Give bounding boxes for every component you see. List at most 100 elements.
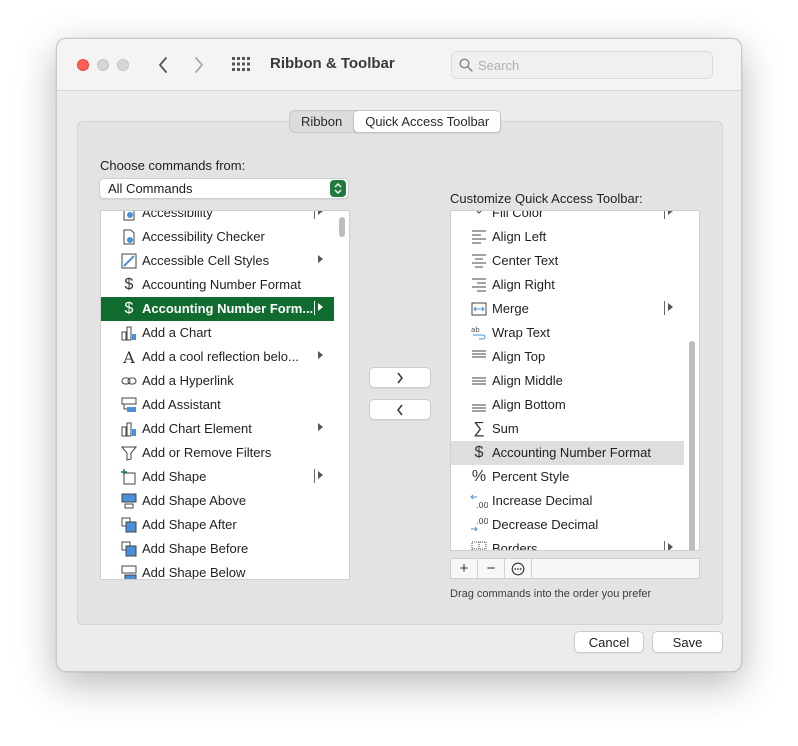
submenu-arrow-icon[interactable] <box>668 211 673 215</box>
available-command-item[interactable]: Accessibility <box>101 210 335 225</box>
toolbar-command-item-label: Fill Color <box>492 210 544 220</box>
toolbar-command-item[interactable]: $ Accounting Number Format <box>451 441 685 465</box>
available-command-item[interactable]: Add Assistant <box>101 393 335 417</box>
available-command-item[interactable]: Add Chart Element <box>101 417 335 441</box>
add-shape-icon <box>120 468 138 486</box>
available-command-item-label: Accounting Number Form... <box>142 301 314 316</box>
tab-ribbon[interactable]: Ribbon <box>290 111 353 132</box>
shape-below-icon <box>120 564 138 579</box>
toolbar-command-item-label: Align Middle <box>492 373 563 388</box>
submenu-arrow-icon[interactable] <box>668 543 673 550</box>
tab-switcher: Ribbon Quick Access Toolbar <box>289 110 502 133</box>
hyperlink-icon <box>120 372 138 390</box>
toolbar-command-item[interactable]: ab Wrap Text <box>451 321 685 345</box>
available-command-item-label: Add Shape Above <box>142 493 247 508</box>
right-scrollbar[interactable] <box>684 211 699 550</box>
available-command-item[interactable]: $ Accounting Number Format <box>101 273 335 297</box>
available-command-item-label: Accessibility <box>142 210 213 220</box>
available-command-item[interactable]: Add Shape Below <box>101 561 335 580</box>
submenu-arrow-icon[interactable] <box>318 351 323 359</box>
toolbar-command-item[interactable]: .00 Decrease Decimal <box>451 513 685 537</box>
available-command-item-label: Add a Chart <box>142 325 212 340</box>
toolbar-command-item[interactable]: Align Middle <box>451 369 685 393</box>
available-command-item-label: Add Shape After <box>142 517 237 532</box>
available-command-item[interactable]: Add or Remove Filters <box>101 441 335 465</box>
submenu-arrow-icon[interactable] <box>318 211 323 215</box>
cancel-button[interactable]: Cancel <box>574 631 644 653</box>
toolbar-command-item-label: Decrease Decimal <box>492 517 599 532</box>
submenu-arrow-icon[interactable] <box>318 471 323 479</box>
center-text-icon <box>470 252 488 270</box>
available-command-item[interactable]: Add Shape After <box>101 513 335 537</box>
zoom-window-button[interactable] <box>117 59 129 71</box>
toolbar-command-item[interactable]: Merge <box>451 297 685 321</box>
available-command-item[interactable]: A Add a cool reflection belo... <box>101 345 335 369</box>
available-command-item[interactable]: Add Shape Before <box>101 537 335 561</box>
close-window-button[interactable] <box>77 59 89 71</box>
dollar-icon: $ <box>474 444 484 461</box>
minimize-window-button[interactable] <box>97 59 109 71</box>
chart-element-icon <box>120 420 138 438</box>
left-scrollbar[interactable] <box>334 211 349 579</box>
minus-icon[interactable]: − <box>478 559 505 578</box>
forward-button[interactable] <box>188 53 210 77</box>
available-command-item[interactable]: Accessibility Checker <box>101 225 335 249</box>
command-source-select[interactable]: All Commands <box>99 178 349 199</box>
available-command-item[interactable]: Add a Chart <box>101 321 335 345</box>
available-command-item-label: Add Shape Below <box>142 565 246 580</box>
toolbar-command-item[interactable]: % Percent Style <box>451 465 685 489</box>
toolbar-command-item[interactable]: Center Text <box>451 249 685 273</box>
toolbar-commands-list[interactable]: Borders .00 Decrease Decimal .00 Increase De… <box>450 210 700 551</box>
save-button[interactable]: Save <box>652 631 723 653</box>
available-commands-list[interactable]: Add Shape Below Add Shape Before Add Shape… <box>100 210 350 580</box>
percent-icon: % <box>471 468 487 485</box>
search-field[interactable] <box>451 51 713 79</box>
available-command-item[interactable]: $ Accounting Number Form... <box>101 297 335 321</box>
submenu-arrow-icon[interactable] <box>318 255 323 263</box>
increase-decimal-icon: .00 <box>470 492 488 510</box>
submenu-arrow-icon[interactable] <box>318 303 323 311</box>
right-scroll-thumb[interactable] <box>689 341 695 550</box>
available-command-item-label: Accessibility Checker <box>142 229 265 244</box>
toolbar-command-item-label: Align Right <box>492 277 555 292</box>
list-edit-toolbar: + − <box>450 558 700 579</box>
toolbar-command-item-label: Increase Decimal <box>492 493 593 508</box>
search-input[interactable] <box>478 56 698 74</box>
toolbar-command-item-label: Align Bottom <box>492 397 566 412</box>
filter-icon <box>120 444 138 462</box>
available-command-item[interactable]: Accessible Cell Styles <box>101 249 335 273</box>
toolbar-command-item[interactable]: Align Top <box>451 345 685 369</box>
tab-quick-access-toolbar[interactable]: Quick Access Toolbar <box>353 110 502 133</box>
decrease-decimal-icon: .00 <box>470 516 488 534</box>
remove-command-button[interactable] <box>369 399 431 420</box>
toolbar-command-item[interactable]: .00 Increase Decimal <box>451 489 685 513</box>
left-scroll-thumb[interactable] <box>339 217 345 237</box>
toolbar-command-item[interactable]: Fill Color <box>451 210 685 225</box>
merge-icon <box>470 300 488 318</box>
align-middle-icon <box>470 372 488 390</box>
accessibility-icon <box>120 211 138 222</box>
wrap-text-icon: ab <box>470 324 488 342</box>
chevron-left-icon <box>397 404 403 415</box>
toolbar-command-item[interactable]: Align Left <box>451 225 685 249</box>
toolbar-command-item[interactable]: ∑ Sum <box>451 417 685 441</box>
available-command-item-label: Add a Hyperlink <box>142 373 234 388</box>
add-command-button[interactable] <box>369 367 431 388</box>
available-command-item[interactable]: Add a Hyperlink <box>101 369 335 393</box>
back-button[interactable] <box>152 53 174 77</box>
more-options-icon[interactable] <box>505 559 532 578</box>
plus-icon[interactable]: + <box>451 559 478 578</box>
popup-chevrons-icon <box>330 180 346 197</box>
toolbar-command-item[interactable]: Align Bottom <box>451 393 685 417</box>
available-command-item[interactable]: Add Shape <box>101 465 335 489</box>
command-source-value: All Commands <box>108 181 193 196</box>
show-all-button[interactable] <box>231 55 253 75</box>
toolbar-command-item[interactable]: Align Right <box>451 273 685 297</box>
available-command-item[interactable]: Add Shape Above <box>101 489 335 513</box>
available-command-item-label: Add Chart Element <box>142 421 252 436</box>
align-right-icon <box>470 276 488 294</box>
submenu-arrow-icon[interactable] <box>318 423 323 431</box>
submenu-arrow-icon[interactable] <box>668 303 673 311</box>
cell-styles-icon <box>120 252 138 270</box>
toolbar-command-item[interactable]: Borders <box>451 537 685 550</box>
